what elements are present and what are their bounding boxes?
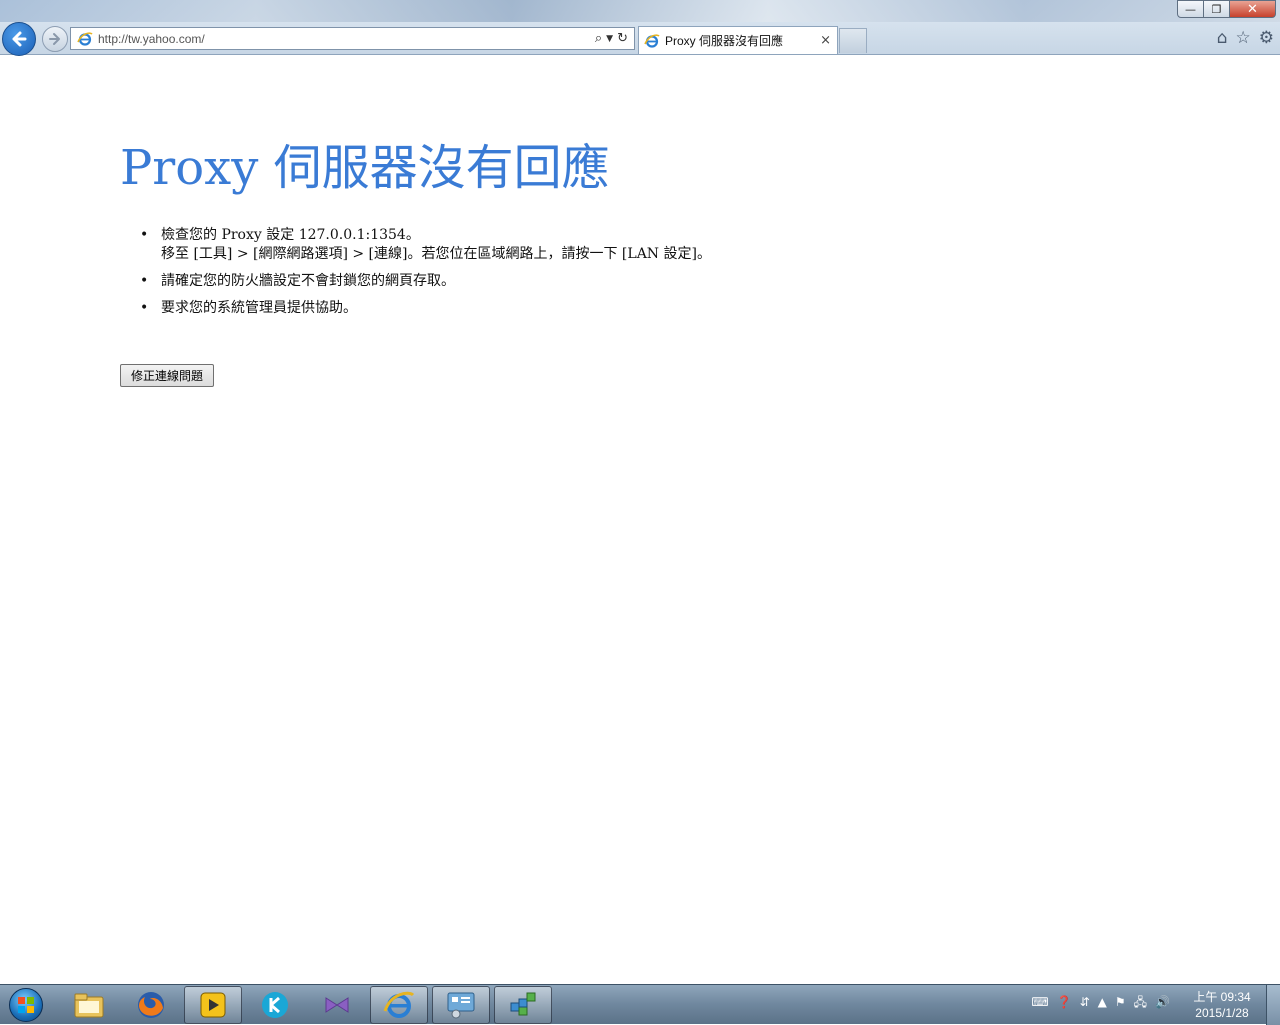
taskbar-control-panel[interactable] (432, 986, 490, 1024)
tip-text: 要求您的系統管理員提供協助。 (161, 300, 357, 316)
bullet: • (140, 300, 149, 316)
registry-editor-icon (510, 992, 536, 1016)
troubleshooting-list: • 檢查您的 Proxy 設定 127.0.0.1:1354。 移至 [工具] … (140, 226, 711, 326)
clock-date: 2015/1/28 (1195, 1006, 1249, 1020)
close-window-button[interactable]: ✕ (1230, 0, 1276, 18)
taskbar-firefox[interactable] (122, 986, 180, 1024)
ie-page-icon (77, 31, 93, 46)
tray-arrows-icon[interactable]: ⇵ (1080, 995, 1090, 1009)
system-tray: ⌨ ❓ ⇵ ▲ ⚑ 🖧 🔊 (1031, 995, 1170, 1009)
taskbar-registry-editor[interactable] (494, 986, 552, 1024)
taskbar-potplayer[interactable] (184, 986, 242, 1024)
taskbar-clock[interactable]: 上午 09:34 2015/1/28 (1190, 989, 1254, 1021)
dropdown-arrow-icon[interactable]: ▼ (606, 34, 613, 44)
keyboard-icon[interactable]: ⌨ (1031, 995, 1048, 1009)
volume-icon[interactable]: 🔊 (1155, 995, 1170, 1009)
fix-connection-button[interactable]: 修正連線問題 (120, 364, 214, 387)
tab-active[interactable]: Proxy 伺服器沒有回應 × (638, 26, 838, 54)
gear-icon[interactable]: ⚙ (1259, 30, 1274, 47)
back-button[interactable] (2, 22, 36, 56)
new-tab-button[interactable] (839, 28, 867, 53)
list-item: • 檢查您的 Proxy 設定 127.0.0.1:1354。 移至 [工具] … (140, 226, 711, 264)
tip-text: 檢查您的 Proxy 設定 127.0.0.1:1354。 (161, 227, 420, 243)
tab-title: Proxy 伺服器沒有回應 (665, 34, 784, 48)
taskbar-kkbox[interactable] (246, 986, 304, 1024)
potplayer-icon (200, 992, 226, 1018)
taskbar-file-explorer[interactable] (60, 986, 118, 1024)
taskbar-visual-studio[interactable] (308, 986, 366, 1024)
network-icon[interactable]: 🖧 (1134, 995, 1147, 1009)
clock-time: 上午 09:34 (1193, 990, 1251, 1004)
show-hidden-icons-icon[interactable]: ▲ (1098, 995, 1107, 1009)
list-item: • 要求您的系統管理員提供協助。 (140, 299, 711, 318)
bullet: • (140, 227, 149, 243)
help-icon[interactable]: ❓ (1057, 995, 1072, 1009)
minimize-button[interactable]: — (1177, 0, 1204, 18)
control-panel-icon (447, 992, 475, 1019)
search-icon[interactable]: ⌕ (595, 31, 602, 46)
list-item: • 請確定您的防火牆設定不會封鎖您的網頁存取。 (140, 272, 711, 291)
forward-button[interactable] (42, 26, 68, 52)
internet-explorer-icon (383, 991, 415, 1018)
restore-button[interactable]: ❐ (1204, 0, 1230, 18)
favorites-star-icon[interactable]: ☆ (1236, 30, 1251, 47)
show-desktop-button[interactable] (1266, 985, 1280, 1025)
browser-chrome: — ❐ ✕ http://tw.yahoo.com/ ⌕ ▼ ↻ Proxy 伺… (0, 0, 1280, 56)
background-strip (0, 0, 1280, 22)
kkbox-icon (262, 992, 288, 1018)
error-title: Proxy 伺服器沒有回應 (120, 140, 610, 196)
refresh-icon[interactable]: ↻ (617, 31, 628, 46)
folder-icon (74, 993, 104, 1018)
tip-text: 移至 [工具] > [網際網路選項] > [連線]。若您位在區域網路上，請按一下… (161, 246, 711, 262)
ie-page-icon (644, 33, 660, 48)
windows-logo-icon (9, 988, 43, 1022)
arrow-right-icon (49, 33, 60, 45)
tip-text: 請確定您的防火牆設定不會封鎖您的網頁存取。 (161, 273, 455, 289)
bullet: • (140, 273, 149, 289)
firefox-icon (138, 992, 164, 1018)
action-center-flag-icon[interactable]: ⚑ (1115, 995, 1126, 1009)
address-url: http://tw.yahoo.com/ (98, 31, 205, 46)
arrow-left-icon (12, 31, 27, 47)
home-icon[interactable]: ⌂ (1217, 30, 1228, 47)
page-content: Proxy 伺服器沒有回應 • 檢查您的 Proxy 設定 127.0.0.1:… (0, 56, 1280, 984)
address-bar[interactable]: http://tw.yahoo.com/ ⌕ ▼ ↻ (70, 27, 635, 50)
taskbar: ⌨ ❓ ⇵ ▲ ⚑ 🖧 🔊 上午 09:34 2015/1/28 (0, 984, 1280, 1025)
window-controls: — ❐ ✕ (1177, 0, 1276, 18)
start-button[interactable] (4, 987, 48, 1023)
taskbar-internet-explorer[interactable] (370, 986, 428, 1024)
visual-studio-icon (325, 997, 349, 1013)
tab-close-icon[interactable]: × (820, 33, 831, 48)
